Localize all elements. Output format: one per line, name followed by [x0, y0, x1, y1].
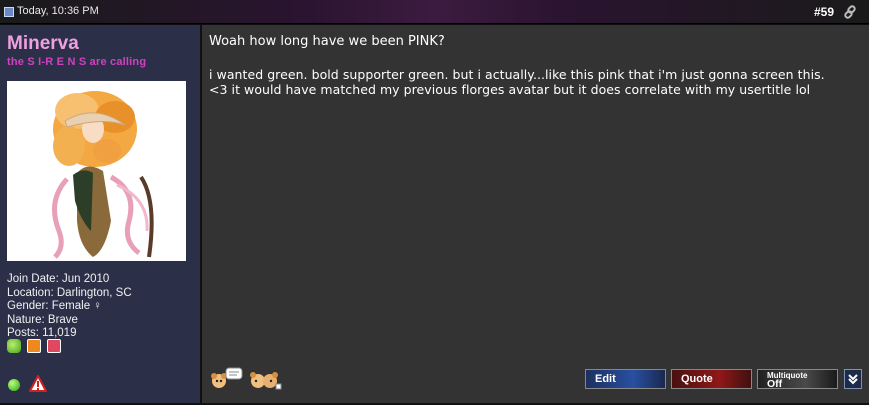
usertitle: the S I-R E N S are calling — [7, 56, 147, 68]
multiquote-button[interactable]: Multiquote Off — [757, 369, 838, 389]
message-line: i wanted green. bold supporter green. bu… — [209, 67, 825, 82]
post-number-link[interactable]: #59 — [814, 5, 834, 19]
online-status-icon — [8, 379, 20, 391]
post-content: Woah how long have we been PINK? i wante… — [202, 25, 869, 403]
leaf-badge-icon[interactable] — [7, 339, 21, 353]
permalink-icon[interactable] — [842, 4, 858, 20]
avatar — [7, 81, 186, 261]
house-badge-icon[interactable] — [27, 339, 41, 353]
pokemon-sprite-icon — [250, 366, 282, 390]
post-title: Woah how long have we been PINK? — [209, 34, 445, 49]
post-date: Today, 10:36 PM — [17, 5, 99, 17]
user-sidebar: Minerva the S I-R E N S are calling Join… — [0, 25, 201, 403]
gender: Gender: Female ♀ — [7, 300, 102, 312]
double-chevron-down-icon — [848, 374, 858, 385]
username-link[interactable]: Minerva — [7, 33, 79, 55]
quote-button[interactable]: Quote — [671, 369, 752, 389]
post-header: Today, 10:36 PM #59 — [0, 0, 869, 24]
post-date-icon — [4, 7, 14, 17]
user-info: Join Date: Jun 2010 Location: Darlington… — [7, 273, 132, 341]
pokemon-sprite-icon — [210, 366, 243, 390]
location: Location: Darlington, SC — [7, 286, 132, 299]
user-badges — [7, 339, 61, 353]
gift-badge-icon[interactable] — [47, 339, 61, 353]
report-post-icon[interactable] — [29, 375, 47, 393]
join-date: Join Date: Jun 2010 — [7, 273, 110, 285]
scroll-down-button[interactable] — [844, 369, 862, 389]
multiquote-state: Off — [767, 378, 783, 390]
message-line: <3 it would have matched my previous flo… — [209, 82, 811, 97]
post-message: i wanted green. bold supporter green. bu… — [209, 67, 869, 97]
edit-button[interactable]: Edit — [585, 369, 666, 389]
nature: Nature: Brave — [7, 313, 78, 326]
